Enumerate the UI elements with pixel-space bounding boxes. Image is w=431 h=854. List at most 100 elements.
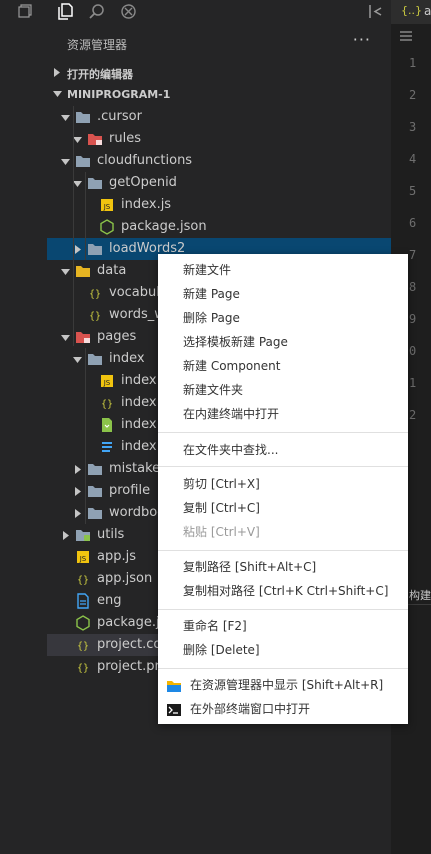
json-file-icon: {}	[87, 307, 103, 323]
menu-new-page[interactable]: 新建 Page	[183, 284, 240, 304]
menu-new-component[interactable]: 新建 Component	[183, 356, 280, 376]
folder-icon	[87, 483, 103, 499]
menu-rename[interactable]: 重命名 [F2]	[183, 616, 247, 636]
menu-separator	[158, 668, 408, 669]
folder-icon	[167, 681, 181, 692]
folder-utils-icon	[75, 527, 91, 543]
tree-item-label: project.co	[97, 637, 162, 652]
panel-title: 资源管理器	[67, 38, 128, 52]
tree-item-label: project.pr	[97, 659, 160, 674]
tree-item-label: cloudfunctions	[97, 153, 193, 168]
menu-copy-path[interactable]: 复制路径 [Shift+Alt+C]	[183, 557, 316, 577]
tree-item-cursor[interactable]: .cursor	[47, 106, 391, 128]
tree-item-label: utils	[97, 527, 125, 542]
split-editor-icon[interactable]	[367, 3, 384, 20]
menu-find-in-folder[interactable]: 在文件夹中查找...	[183, 440, 278, 460]
tree-item-label: .cursor	[97, 109, 142, 124]
tree-item-label: wordboo	[109, 505, 166, 520]
project-label: MINIPROGRAM-1	[67, 88, 171, 101]
svg-text:{}: {}	[89, 311, 101, 322]
chevron-down-icon	[73, 357, 82, 363]
menu-cut[interactable]: 剪切 [Ctrl+X]	[183, 474, 260, 494]
terminal-icon	[167, 704, 181, 716]
svg-text:{}: {}	[77, 575, 89, 586]
js-file-icon: JS	[75, 549, 91, 565]
menu-reveal-in-explorer[interactable]: 在资源管理器中显示 [Shift+Alt+R]	[190, 675, 383, 695]
tree-item-label: profile	[109, 483, 151, 498]
svg-text:{}: {}	[89, 289, 101, 300]
line-number: 2	[409, 408, 417, 422]
editor-tab[interactable]: {..} a	[391, 0, 431, 24]
line-number: 7	[409, 248, 417, 262]
folder-red-icon	[75, 329, 91, 345]
tree-item-rules[interactable]: rules	[47, 128, 391, 150]
folder-red-icon	[87, 131, 103, 147]
menu-separator	[158, 432, 408, 433]
menu-new-folder[interactable]: 新建文件夹	[183, 380, 243, 400]
search-icon[interactable]	[88, 3, 105, 20]
sidebar-toolbar	[47, 0, 391, 24]
nodejs-icon	[75, 615, 91, 631]
line-number: 5	[409, 184, 417, 198]
extensions-icon[interactable]	[120, 3, 137, 20]
json-file-icon: {}	[75, 571, 91, 587]
tree-item-label: vocabul	[109, 285, 160, 300]
json-file-icon: {}	[99, 395, 115, 411]
indent-guide	[85, 348, 86, 524]
menu-separator	[158, 550, 408, 551]
menu-new-file[interactable]: 新建文件	[183, 260, 231, 280]
menu-separator	[158, 466, 408, 467]
svg-text:{}: {}	[77, 663, 89, 674]
menu-delete[interactable]: 删除 [Delete]	[183, 640, 260, 660]
tree-item-label: words_w	[109, 307, 165, 322]
tree-item-label: rules	[109, 131, 141, 146]
tree-item-label: package.j	[97, 615, 160, 630]
chevron-down-icon	[61, 115, 70, 121]
folder-icon	[87, 505, 103, 521]
window-restore-icon[interactable]	[18, 4, 32, 18]
menu-open-terminal[interactable]: 在内建终端中打开	[183, 404, 279, 424]
file-icon	[75, 593, 91, 609]
folder-icon	[75, 153, 91, 169]
tree-item-label: pages	[97, 329, 137, 344]
menu-copy-relative-path[interactable]: 复制相对路径 [Ctrl+K Ctrl+Shift+C]	[183, 581, 388, 601]
tree-item-label: data	[97, 263, 127, 278]
chevron-down-icon	[53, 91, 62, 97]
menu-delete-page[interactable]: 删除 Page	[183, 308, 240, 328]
project-section[interactable]: MINIPROGRAM-1	[47, 84, 391, 106]
menu-copy[interactable]: 复制 [Ctrl+C]	[183, 498, 260, 518]
line-number: 9	[409, 312, 417, 326]
nodejs-icon	[99, 219, 115, 235]
tree-item-label: eng	[97, 593, 122, 608]
context-menu: 新建文件 新建 Page 删除 Page 选择模板新建 Page 新建 Comp…	[158, 254, 408, 724]
tree-item-label: package.json	[121, 219, 207, 234]
files-icon[interactable]	[57, 3, 74, 20]
chevron-right-icon	[54, 68, 60, 77]
open-editors-section[interactable]: 打开的编辑器	[47, 62, 391, 84]
tree-item-label: app.js	[97, 549, 136, 564]
chevron-down-icon	[61, 269, 70, 275]
svg-text:JS: JS	[103, 379, 111, 387]
tree-item-index-js[interactable]: JS index.js	[47, 194, 391, 216]
indent-guide	[73, 106, 74, 346]
chevron-down-icon	[73, 137, 82, 143]
more-actions-button[interactable]: ···	[353, 30, 371, 49]
svg-text:JS: JS	[103, 203, 111, 211]
chevron-down-icon	[61, 335, 70, 341]
folder-icon	[75, 109, 91, 125]
tree-item-package-json[interactable]: package.json	[47, 216, 391, 238]
menu-paste[interactable]: 粘贴 [Ctrl+V]	[183, 522, 260, 542]
build-tab[interactable]: 构建	[409, 587, 431, 603]
chevron-right-icon	[75, 465, 81, 474]
js-file-icon: JS	[99, 197, 115, 213]
menu-template-page[interactable]: 选择模板新建 Page	[183, 332, 288, 352]
json-file-icon: {}	[75, 659, 91, 675]
tree-item-getOpenid[interactable]: getOpenid	[47, 172, 391, 194]
menu-open-external-terminal[interactable]: 在外部终端窗口中打开	[190, 699, 310, 719]
chevron-right-icon	[63, 531, 69, 540]
chevron-right-icon	[75, 487, 81, 496]
line-number: 0	[409, 344, 417, 358]
chevron-down-icon	[73, 181, 82, 187]
tree-item-cloudfunctions[interactable]: cloudfunctions	[47, 150, 391, 172]
list-icon[interactable]	[399, 30, 413, 42]
